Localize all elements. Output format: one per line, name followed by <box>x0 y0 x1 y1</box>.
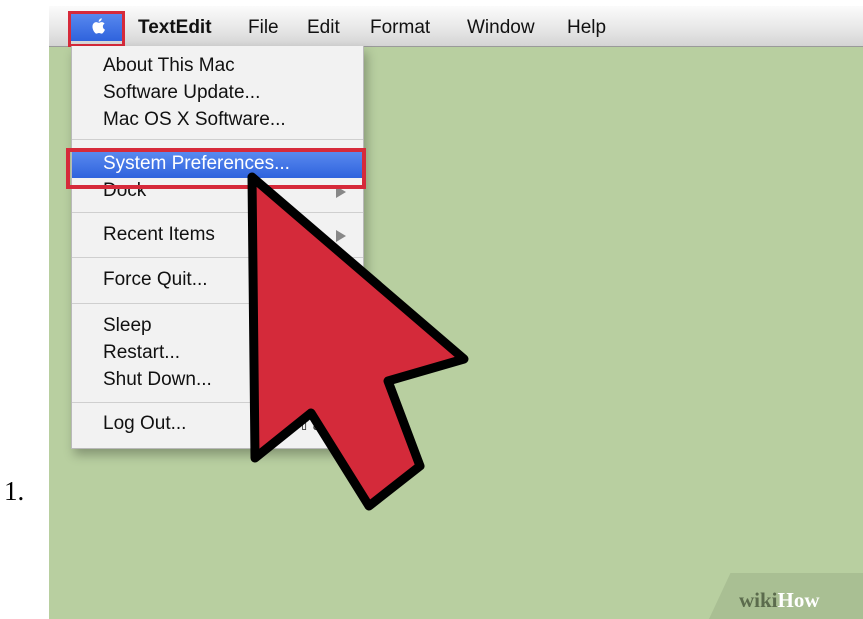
menu-help[interactable]: Help <box>567 17 606 39</box>
menu-format[interactable]: Format <box>370 17 430 39</box>
menu-separator <box>72 212 363 213</box>
wikihow-watermark: wikiHow <box>739 588 820 613</box>
menu-separator <box>72 257 363 258</box>
menu-edit[interactable]: Edit <box>307 17 340 39</box>
menu-item-software-update[interactable]: Software Update... <box>103 82 260 104</box>
menu-separator <box>72 303 363 304</box>
submenu-arrow-icon <box>336 230 346 242</box>
menu-item-force-quit[interactable]: Force Quit... <box>103 269 208 291</box>
menu-separator <box>72 402 363 403</box>
menu-item-sleep[interactable]: Sleep <box>103 315 152 337</box>
wikihow-wiki-text: wiki <box>739 588 778 612</box>
menu-textedit[interactable]: TextEdit <box>138 17 212 39</box>
menu-item-about-this-mac[interactable]: About This Mac <box>103 55 235 77</box>
step-number: 1. <box>4 476 25 506</box>
menu-item-restart[interactable]: Restart... <box>103 342 180 364</box>
menu-file[interactable]: File <box>248 17 279 39</box>
menu-separator <box>72 139 363 140</box>
menu-item-recent-items[interactable]: Recent Items <box>103 224 215 246</box>
menu-bar: TextEdit File Edit Format Window Help <box>49 6 863 47</box>
menu-item-shut-down[interactable]: Shut Down... <box>103 369 212 391</box>
wikihow-how-text: How <box>777 588 820 612</box>
apple-dropdown-menu: About This Mac Software Update... Mac OS… <box>71 46 364 449</box>
menu-item-mac-os-x-software[interactable]: Mac OS X Software... <box>103 109 286 131</box>
menu-window[interactable]: Window <box>467 17 535 39</box>
system-preferences-highlight-box <box>66 148 366 189</box>
mac-desktop-screen: TextEdit File Edit Format Window Help Ab… <box>49 6 863 619</box>
log-out-shortcut: ⇧⌘ <box>297 415 329 434</box>
menu-item-log-out[interactable]: Log Out... <box>103 413 186 435</box>
apple-menu-highlight-box <box>68 11 125 47</box>
